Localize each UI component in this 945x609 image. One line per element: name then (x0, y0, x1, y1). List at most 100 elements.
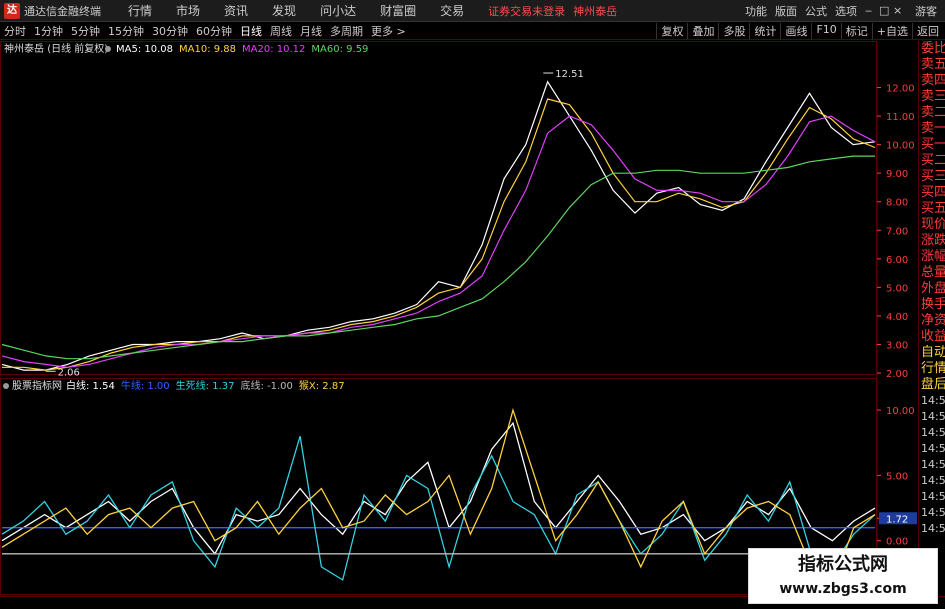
annotation-label: 12.51 (555, 69, 584, 80)
overlay-button[interactable]: 叠加 (687, 22, 718, 39)
period-tabs: 分时 1分钟 5分钟 15分钟 30分钟 60分钟 日线 周线 月线 多周期 更… (0, 23, 410, 39)
sidebar-quote-field[interactable]: 委比 (920, 41, 945, 57)
sidebar-quote-field[interactable]: 买三 (920, 169, 945, 185)
sidebar-quote-field[interactable]: 卖二 (920, 105, 945, 121)
osc-tick-label: 5.00 (886, 471, 908, 482)
tab-weekly[interactable]: 周线 (266, 23, 296, 39)
sidebar-quote-field[interactable]: 买五 (920, 201, 945, 217)
tab-timeshare[interactable]: 分时 (0, 23, 30, 39)
sidebar-quote-field[interactable]: 换手 (920, 297, 945, 313)
sidebar-quote-field[interactable]: 卖四 (920, 73, 945, 89)
ma60-label: MA60: 9.59 (311, 44, 368, 55)
back-button[interactable]: 返回 (912, 22, 943, 39)
sidebar-mode-field[interactable]: 行情 (920, 361, 945, 377)
current-stock-notice[interactable]: 神州泰岳 (573, 3, 617, 19)
sidebar-quote-field[interactable]: 外盘 (920, 281, 945, 297)
life-line-label: 生死线: 1.37 (176, 379, 235, 392)
osc-tick-label: 1.72 (886, 514, 908, 525)
price-tick-label: 5.00 (886, 283, 908, 294)
f10-button[interactable]: F10 (811, 22, 840, 39)
chart-area[interactable]: 神州泰岳 (日线 前复权) MA5: 10.08 MA10: 9.88 MA20: … (0, 41, 918, 596)
annotation-label: 2.06 (58, 367, 80, 378)
sidebar-quote-field[interactable]: 涨跌 (920, 233, 945, 249)
title-bar: 达 通达信金融终端 行情 市场 资讯 发现 问小达 财富圈 交易 证券交易未登录… (0, 0, 945, 22)
sidebar-quote-field[interactable]: 买一 (920, 137, 945, 153)
price-tick-label: 12.00 (886, 84, 915, 95)
indicator-settings-icon[interactable] (3, 383, 9, 389)
tab-15min[interactable]: 15分钟 (104, 23, 148, 39)
sidebar-quote-field[interactable]: 卖三 (920, 89, 945, 105)
tab-30min[interactable]: 30分钟 (148, 23, 192, 39)
multi-stock-button[interactable]: 多股 (718, 22, 749, 39)
menu-item-layout[interactable]: 版面 (771, 3, 801, 19)
minimize-icon[interactable]: ‒ (861, 4, 875, 17)
sidebar-time-field: 14:50 (921, 490, 945, 503)
maximize-icon[interactable]: □ (875, 4, 889, 17)
tab-1min[interactable]: 1分钟 (30, 23, 67, 39)
menu-item-discover[interactable]: 发现 (260, 2, 308, 19)
panel-settings-icon[interactable] (105, 46, 111, 52)
ma-legend: MA5: 10.08 MA10: 9.88 MA20: 10.12 MA60: 9.5… (116, 44, 368, 55)
ma10-label: MA10: 9.88 (179, 44, 236, 55)
tab-multi-period[interactable]: 多周期 (326, 23, 367, 39)
main-menu: 行情 市场 资讯 发现 问小达 财富圈 交易 (116, 2, 476, 19)
price-tick-label: 9.00 (886, 169, 908, 180)
sidebar-time-field: 14:50 (921, 474, 945, 487)
sidebar-quote-field[interactable]: 买四 (920, 185, 945, 201)
menu-item-options[interactable]: 选项 (831, 3, 861, 19)
menu-item-assistant[interactable]: 问小达 (308, 2, 368, 19)
sidebar-quote-field[interactable]: 涨幅 (920, 249, 945, 265)
tab-5min[interactable]: 5分钟 (67, 23, 104, 39)
sidebar-quote-field[interactable]: 收益 (920, 329, 945, 345)
ma5-label: MA5: 10.08 (116, 44, 173, 55)
sidebar-quote-field[interactable]: 总量 (920, 265, 945, 281)
menu-item-quotes[interactable]: 行情 (116, 2, 164, 19)
sidebar-time-field: 14:50 (921, 442, 945, 455)
close-icon[interactable]: × (889, 4, 903, 17)
sidebar-quote-field[interactable]: 卖一 (920, 121, 945, 137)
sidebar-time-field: 14:50 (921, 426, 945, 439)
sidebar-time-field: 14:50 (921, 506, 945, 519)
price-panel-title: 神州泰岳 (日线 前复权) (4, 42, 108, 55)
menu-item-functions[interactable]: 功能 (741, 3, 771, 19)
sidebar-mode-field[interactable]: 盘后 (920, 377, 945, 393)
sidebar-quote-field[interactable]: 卖五 (920, 57, 945, 73)
osc-tick-label: 10.00 (886, 406, 915, 417)
price-tick-label: 2.00 (886, 369, 908, 380)
mark-button[interactable]: 标记 (840, 22, 872, 39)
guest-label[interactable]: 游客 (915, 3, 937, 19)
sidebar-quote-field[interactable]: 买二 (920, 153, 945, 169)
tab-60min[interactable]: 60分钟 (192, 23, 236, 39)
tab-more[interactable]: 更多 > (367, 23, 410, 39)
sidebar-quote-field[interactable]: 现价 (920, 217, 945, 233)
tab-daily[interactable]: 日线 (236, 23, 266, 39)
menu-item-trade[interactable]: 交易 (428, 2, 476, 19)
right-menu: 功能 版面 公式 选项 ‒ □ × (741, 3, 903, 19)
oscillator-legend: 白线: 1.54 牛线: 1.00 生死线: 1.37 底线: -1.00 猴X: 2.… (66, 379, 345, 392)
watermark-url: www.zbgs3.com (779, 581, 907, 597)
sidebar-time-field: 14:50 (921, 458, 945, 471)
price-tick-label: 3.00 (886, 340, 908, 351)
sidebar-quote-field[interactable]: 净资 (920, 313, 945, 329)
monkey-x-label: 猴X: 2.87 (299, 379, 345, 392)
chart-canvas[interactable]: 神州泰岳 (日线 前复权) MA5: 10.08 MA10: 9.88 MA20: … (0, 41, 918, 596)
menu-item-wealth[interactable]: 财富圈 (368, 2, 428, 19)
price-tick-label: 11.00 (886, 112, 915, 123)
add-watchlist-button[interactable]: +自选 (871, 22, 912, 39)
sidebar-mode-field[interactable]: 自动 (920, 345, 945, 361)
draw-line-button[interactable]: 画线 (780, 22, 811, 39)
statistics-button[interactable]: 统计 (749, 22, 780, 39)
watermark: 指标公式网 www.zbgs3.com (748, 548, 938, 604)
menu-item-formula[interactable]: 公式 (801, 3, 831, 19)
app-logo-icon: 达 (4, 2, 20, 19)
login-notice[interactable]: 证券交易未登录 (488, 3, 565, 19)
watermark-title: 指标公式网 (798, 554, 888, 575)
restore-rights-button[interactable]: 复权 (656, 22, 687, 39)
ma20-label: MA20: 10.12 (242, 44, 305, 55)
price-tick-label: 10.00 (886, 141, 915, 152)
tab-monthly[interactable]: 月线 (296, 23, 326, 39)
menu-item-news[interactable]: 资讯 (212, 2, 260, 19)
price-tick-label: 7.00 (886, 226, 908, 237)
menu-item-market[interactable]: 市场 (164, 2, 212, 19)
oscillator-panel-title: 股票指标网 (12, 379, 62, 392)
